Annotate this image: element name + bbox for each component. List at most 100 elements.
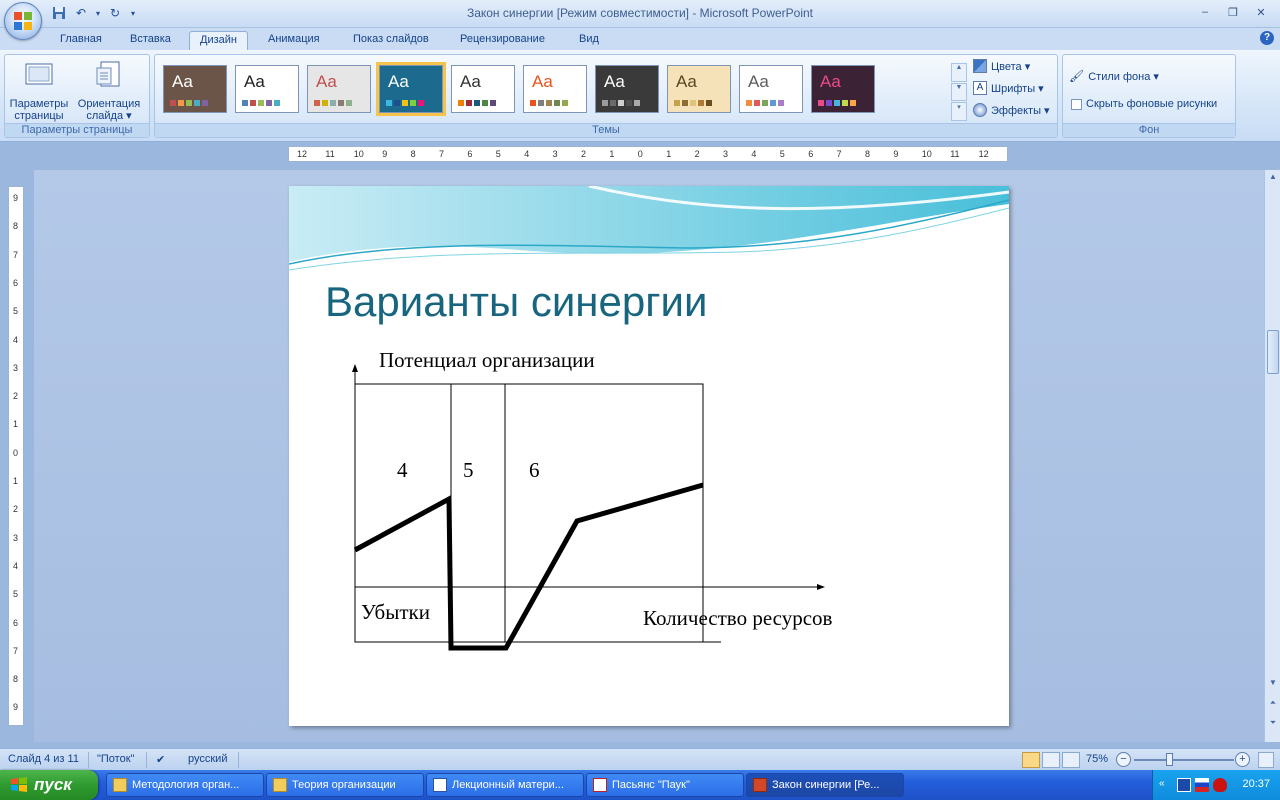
tab-slideshow[interactable]: Показ слайдов (343, 31, 439, 50)
x-axis-label: Количество ресурсов (643, 606, 833, 630)
ruler-tick-label: 7 (13, 249, 19, 260)
theme-thumbnail[interactable]: Aa (163, 65, 227, 113)
theme-thumbnail[interactable]: Aa (739, 65, 803, 113)
tab-view[interactable]: Вид (569, 31, 609, 50)
theme-color-swatches (818, 100, 856, 106)
zoom-in-icon[interactable]: + (1235, 752, 1250, 767)
theme-sample-text: Aa (460, 72, 481, 91)
synergy-diagram[interactable] (289, 186, 1009, 726)
vertical-scrollbar[interactable]: ▲ ▼ ⏶ ⏷ (1264, 170, 1280, 742)
system-tray: « 20:37 (1152, 770, 1280, 800)
close-icon[interactable]: ✕ (1248, 3, 1274, 21)
ruler-tick-label: 7 (13, 645, 19, 656)
start-label: пуск (34, 775, 72, 794)
restore-icon[interactable]: ❐ (1220, 3, 1246, 21)
zoom-slider-thumb[interactable] (1166, 753, 1173, 766)
next-slide-icon[interactable]: ⏷ (1267, 718, 1279, 732)
task-label: Теория организации (292, 779, 396, 791)
network-icon[interactable] (1177, 778, 1191, 792)
scroll-up-icon[interactable]: ▲ (1267, 172, 1279, 186)
background-styles-button[interactable]: 🖌 Стили фона ▾ (1069, 67, 1159, 85)
tab-review[interactable]: Рецензирование (450, 31, 555, 50)
theme-thumbnail[interactable]: Aa (451, 65, 515, 113)
ruler-tick-label: 3 (13, 362, 19, 373)
theme-gallery-scroll: ▲ ▼ ▾ (951, 63, 967, 122)
language-indicator[interactable]: русский (188, 753, 227, 765)
spellcheck-icon[interactable]: ✔ (156, 753, 165, 766)
help-icon[interactable]: ? (1260, 31, 1274, 45)
theme-thumbnail[interactable]: Aa (595, 65, 659, 113)
theme-sample-text: Aa (604, 72, 625, 91)
theme-thumbnail[interactable]: Aa (376, 62, 446, 116)
scrollbar-thumb[interactable] (1267, 330, 1279, 374)
theme-color-swatches (242, 100, 280, 106)
gallery-more-icon[interactable]: ▾ (951, 102, 967, 122)
office-button[interactable] (4, 2, 42, 40)
ruler-tick-label: 2 (694, 149, 700, 159)
fonts-button[interactable]: A Шрифты ▾ (973, 79, 1044, 97)
scroll-down-icon[interactable]: ▼ (1267, 678, 1279, 692)
ruler-tick-label: 5 (13, 589, 19, 600)
clock: 20:37 (1242, 778, 1270, 790)
ruler-tick-label: 10 (353, 149, 364, 159)
language-flag-icon[interactable] (1195, 778, 1209, 792)
y-axis-arrow (352, 364, 358, 372)
powerpoint-icon (753, 778, 767, 792)
theme-thumbnail[interactable]: Aa (523, 65, 587, 113)
theme-color-swatches (746, 100, 784, 106)
ruler-tick-label: 4 (751, 149, 757, 159)
page-setup-label-1: Параметры (9, 98, 69, 110)
zoom-level[interactable]: 75% (1086, 753, 1108, 765)
theme-thumbnail[interactable]: Aa (811, 65, 875, 113)
start-button[interactable]: пуск (0, 770, 98, 800)
task-org-theory[interactable]: Теория организации (266, 773, 424, 797)
folder-icon (113, 778, 127, 792)
tab-insert[interactable]: Вставка (120, 31, 181, 50)
colors-button[interactable]: Цвета ▾ (973, 57, 1030, 75)
slide-sorter-icon[interactable] (1042, 752, 1060, 768)
horizontal-ruler[interactable]: 12 11 10 9 8 7 6 5 4 3 2 1 0 1 2 3 4 5 6 7 8 9 10 11 12 (288, 146, 1008, 162)
ruler-tick-label: 12 (978, 149, 989, 159)
minimize-icon[interactable]: – (1192, 3, 1218, 21)
prev-slide-icon[interactable]: ⏶ (1267, 698, 1279, 712)
task-methodology[interactable]: Методология орган... (106, 773, 264, 797)
fit-to-window-icon[interactable] (1258, 752, 1274, 768)
theme-sample-text: Aa (820, 72, 841, 91)
zoom-slider-track[interactable] (1134, 759, 1234, 761)
page-setup-button[interactable]: Параметры страницы (7, 59, 71, 122)
colors-icon (973, 59, 987, 73)
vertical-ruler[interactable]: 9 8 7 6 5 4 3 2 1 0 1 2 3 4 5 6 7 8 9 (8, 186, 24, 726)
gallery-down-icon[interactable]: ▼ (951, 82, 967, 102)
gallery-up-icon[interactable]: ▲ (951, 63, 967, 82)
ruler-tick-label: 5 (495, 149, 501, 159)
fonts-icon: A (973, 81, 987, 95)
zone-4-label: 4 (397, 458, 408, 482)
ruler-tick-label: 6 (467, 149, 473, 159)
theme-thumbnail[interactable]: Aa (235, 65, 299, 113)
themes-group: Aa Aa Aa Aa Aa Aa Aa Aa Aa Aa ▲ ▼ ▾ Цвета ▾ A Шри… (154, 54, 1058, 138)
theme-thumbnail[interactable]: Aa (307, 65, 371, 113)
ruler-tick-label: 1 (13, 419, 19, 430)
tab-home[interactable]: Главная (50, 31, 112, 50)
ruler-tick-label: 11 (325, 149, 335, 159)
ruler-tick-label: 2 (13, 504, 19, 515)
slideshow-view-icon[interactable] (1062, 752, 1080, 768)
task-label: Методология орган... (132, 779, 240, 791)
task-powerpoint[interactable]: Закон синергии [Ре... (746, 773, 904, 797)
zoom-out-icon[interactable]: − (1116, 752, 1131, 767)
tray-arrow-icon[interactable]: « (1159, 778, 1165, 789)
task-spider-solitaire[interactable]: Пасьянс "Паук" (586, 773, 744, 797)
normal-view-icon[interactable] (1022, 752, 1040, 768)
hide-background-graphics-checkbox[interactable]: Скрыть фоновые рисунки (1071, 95, 1217, 113)
tab-design[interactable]: Дизайн (189, 31, 248, 50)
task-lecture[interactable]: Лекционный матери... (426, 773, 584, 797)
background-group-label: Фон (1063, 123, 1235, 137)
tab-animation[interactable]: Анимация (258, 31, 330, 50)
theme-thumbnail[interactable]: Aa (667, 65, 731, 113)
ruler-tick-label: 0 (637, 149, 643, 159)
antivirus-icon[interactable] (1213, 778, 1227, 792)
slide-canvas[interactable]: Варианты синергии Потенциал организации … (289, 186, 1009, 726)
slide-orientation-button[interactable]: Ориентация слайда ▾ (77, 59, 141, 122)
effects-button[interactable]: Эффекты ▾ (973, 101, 1050, 119)
checkbox-icon[interactable] (1071, 98, 1082, 110)
